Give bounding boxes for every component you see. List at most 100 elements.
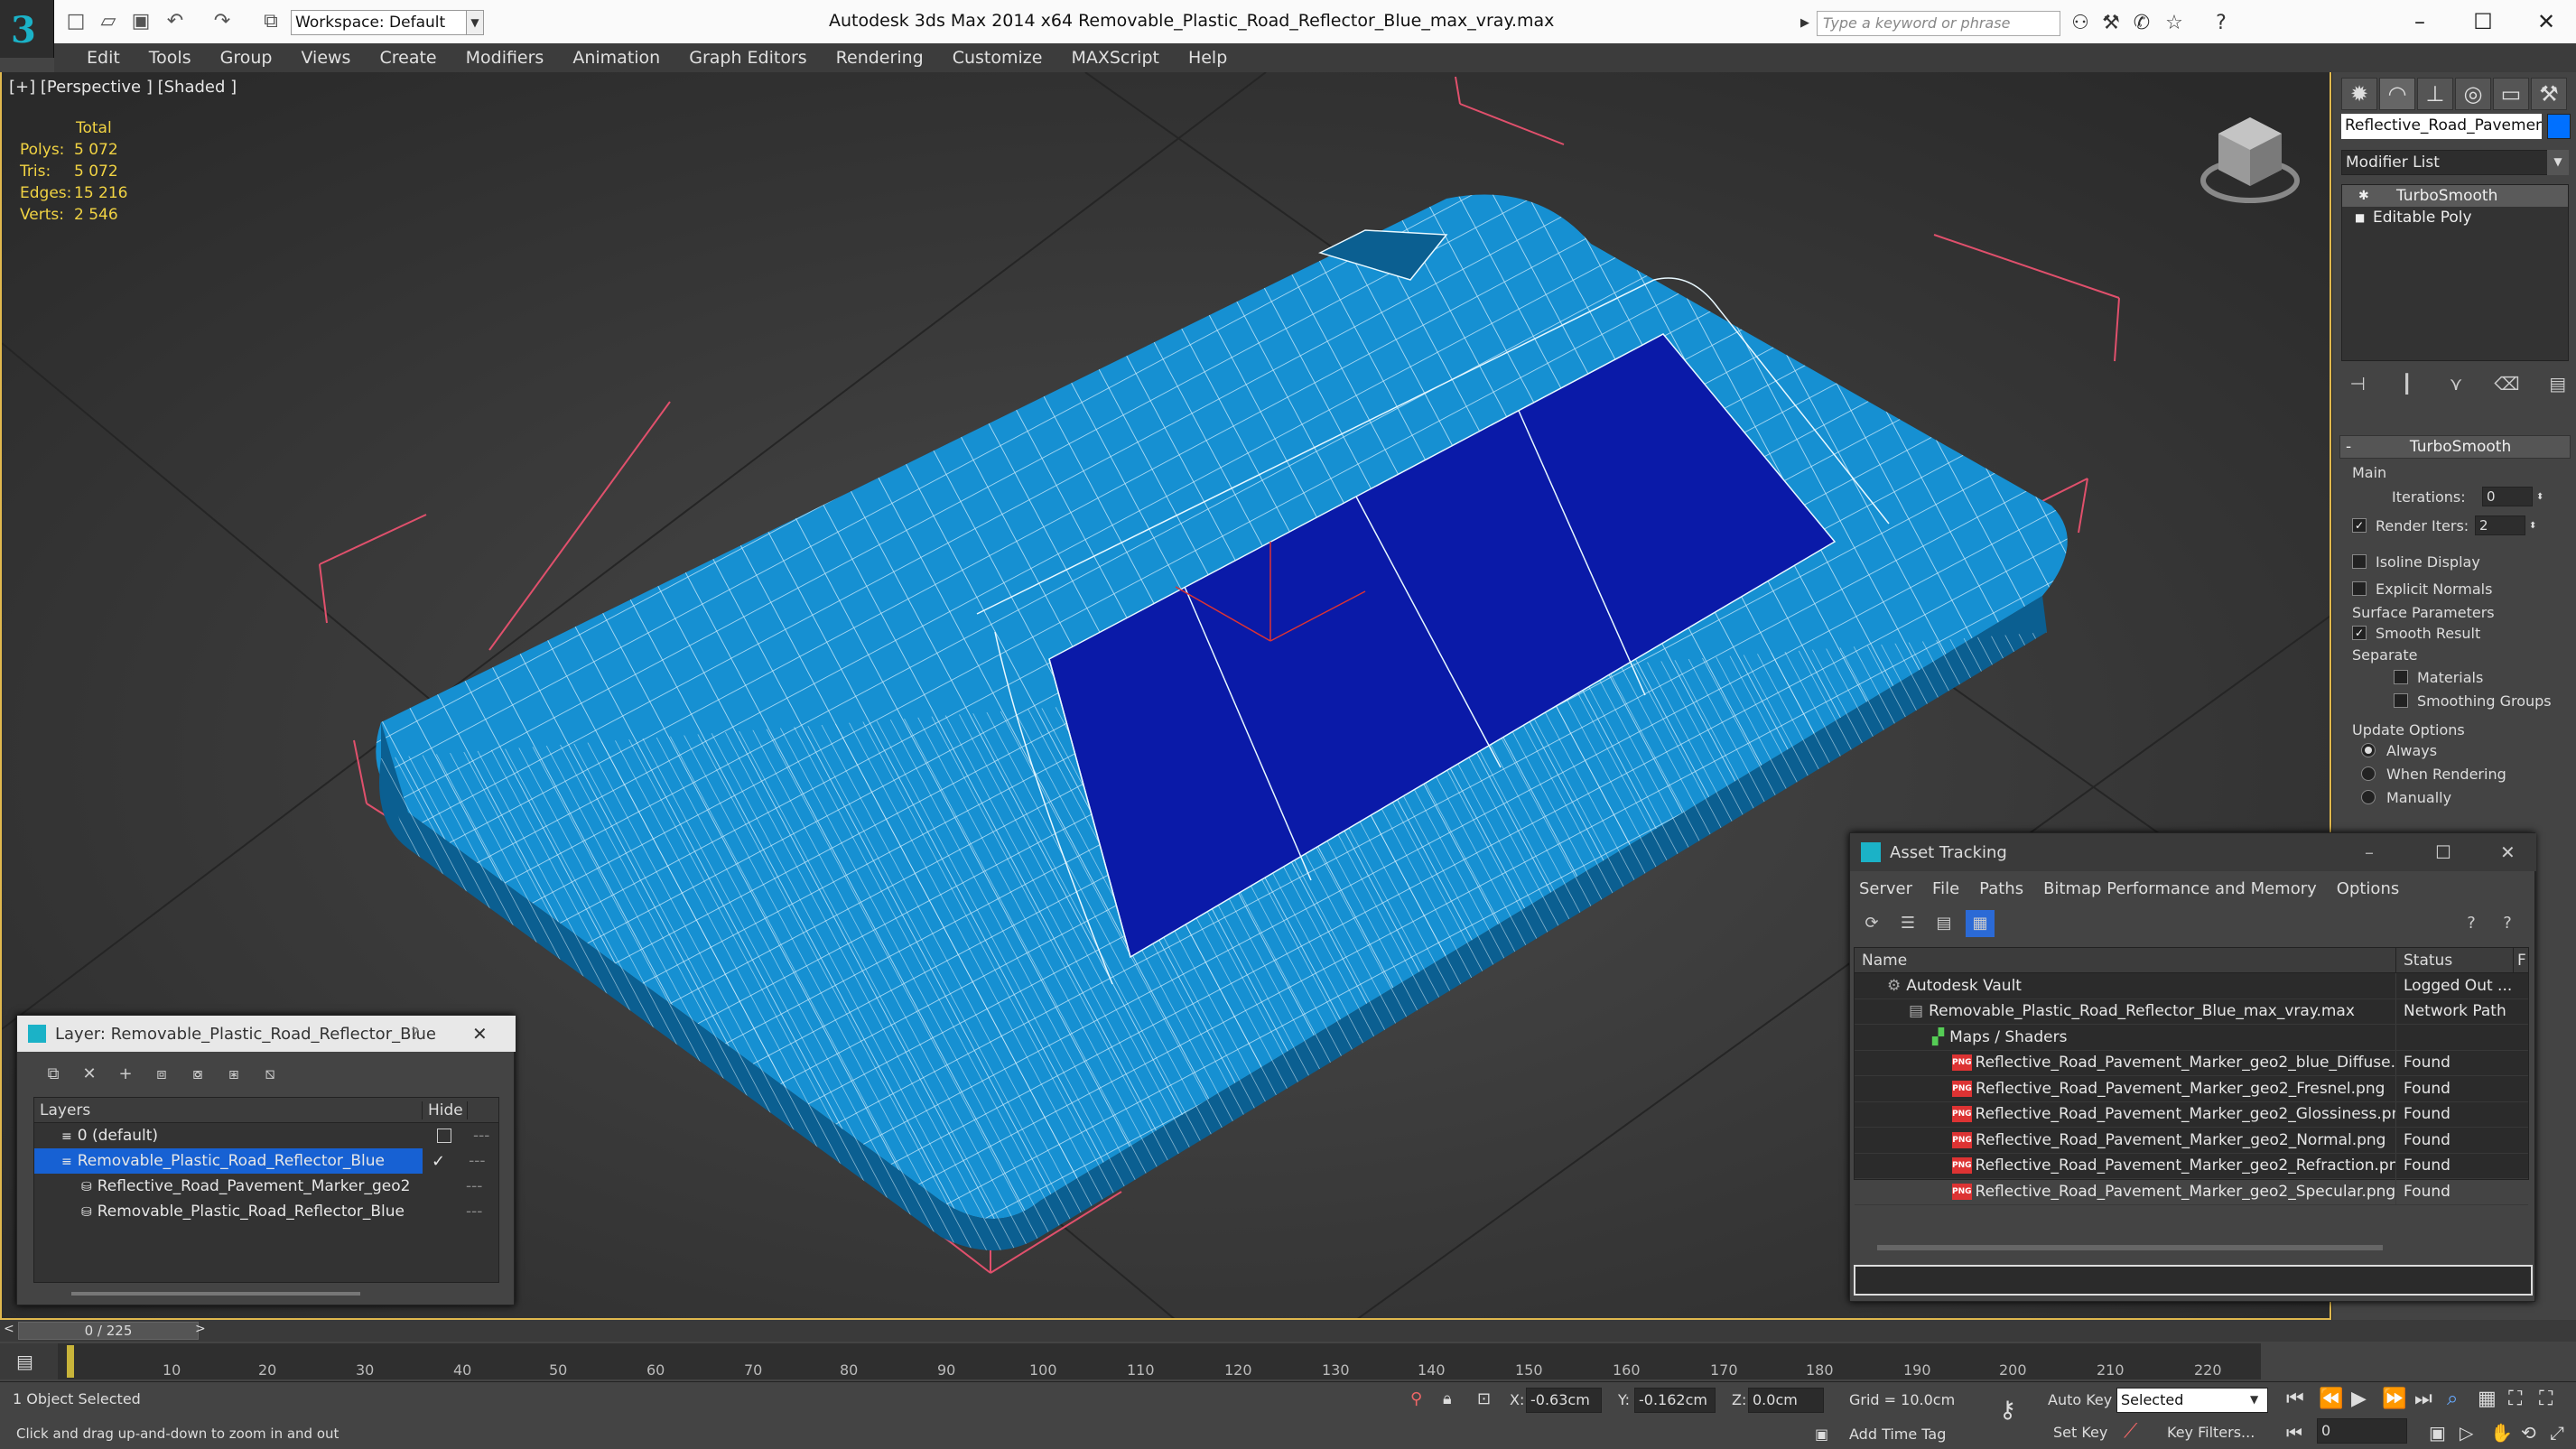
minimize-window-icon[interactable]: –	[2393, 4, 2447, 40]
show-end-result-icon[interactable]: ┃	[2395, 370, 2417, 397]
current-frame-field[interactable]: 0	[2317, 1418, 2407, 1444]
menu-tools[interactable]: Tools	[135, 43, 206, 72]
search-input[interactable]: Type a keyword or phrase	[1817, 11, 2060, 36]
prev-frame-icon[interactable]: <	[4, 1322, 14, 1336]
column-layers-header[interactable]: Layers	[34, 1101, 423, 1119]
hide-toggle[interactable]: ---	[469, 1152, 485, 1170]
minimize-icon[interactable]: –	[2365, 841, 2374, 863]
object-color-swatch[interactable]	[2547, 114, 2571, 139]
communication-icon[interactable]: ✆	[2129, 11, 2154, 36]
zoom-extents-icon[interactable]: ⛶	[2508, 1388, 2522, 1410]
menu-customize[interactable]: Customize	[938, 43, 1057, 72]
help-icon[interactable]: ?	[2209, 11, 2234, 36]
materials-checkbox[interactable]	[2394, 670, 2408, 684]
table-row[interactable]: PNG Reflective_Road_Pavement_Marker_geo2_…	[1855, 1076, 2528, 1102]
list-view-icon[interactable]: ☰	[1893, 910, 1922, 937]
open-file-icon[interactable]: ▱	[96, 9, 121, 34]
rollout-header[interactable]: - TurboSmooth	[2339, 435, 2571, 459]
time-tag-icon[interactable]: ▣	[1815, 1426, 1828, 1443]
play-icon[interactable]: ▶	[2351, 1388, 2367, 1410]
refresh-icon[interactable]: ⟳	[1857, 910, 1886, 937]
go-to-end-icon[interactable]: ⏭	[2414, 1388, 2432, 1410]
layer-row[interactable]: ≡ Removable_Plastic_Road_Reflector_Blue ✓…	[34, 1148, 498, 1174]
isoline-checkbox[interactable]	[2352, 554, 2367, 569]
current-frame-marker[interactable]	[67, 1345, 74, 1378]
time-slider-track[interactable]: < 0 / 225 >	[0, 1320, 2576, 1342]
chevron-down-icon[interactable]: ▼	[2547, 150, 2569, 175]
menu-edit[interactable]: Edit	[72, 43, 135, 72]
time-config-icon[interactable]: ▣	[2429, 1422, 2446, 1444]
table-row[interactable]: PNG Reflective_Road_Pavement_Marker_geo2_…	[1855, 1153, 2528, 1179]
menu-group[interactable]: Group	[206, 43, 287, 72]
always-radio[interactable]	[2361, 743, 2376, 757]
manually-radio[interactable]	[2361, 790, 2376, 804]
table-view-icon[interactable]: ▦	[1966, 910, 1995, 937]
stack-item-turbosmooth[interactable]: ✱ TurboSmooth	[2342, 185, 2568, 207]
viewcube-icon[interactable]	[2196, 108, 2304, 208]
lightbulb-icon[interactable]: ✱	[2358, 185, 2369, 207]
stack-item-editable-poly[interactable]: ■ Editable Poly	[2342, 207, 2568, 228]
maximize-viewport-icon[interactable]: ⤢	[2550, 1422, 2564, 1444]
horizontal-scrollbar[interactable]	[1877, 1245, 2383, 1250]
freeze-all-icon[interactable]: ⧅	[256, 1061, 284, 1088]
menu-help[interactable]: Help	[1174, 43, 1242, 72]
layer-dialog-titlebar[interactable]: Layer: Removable_Plastic_Road_Reflector_…	[17, 1016, 516, 1052]
tab-create-icon[interactable]: ✹	[2341, 78, 2377, 110]
active-check-icon[interactable]: ✓	[432, 1152, 445, 1171]
next-frame-icon[interactable]: >	[195, 1322, 206, 1336]
horizontal-scrollbar[interactable]	[71, 1292, 360, 1296]
time-slider-knob[interactable]: 0 / 225	[18, 1322, 199, 1340]
go-to-start-icon[interactable]: ⏮	[2286, 1388, 2304, 1410]
orbit-icon[interactable]: ⟲	[2521, 1422, 2536, 1444]
tab-utilities-icon[interactable]: ⚒	[2531, 78, 2567, 110]
previous-key-icon[interactable]: ⏪	[2319, 1388, 2343, 1410]
workspace-chevron-icon[interactable]: ▼	[466, 10, 484, 35]
close-icon[interactable]: ✕	[472, 1023, 488, 1045]
asset-menu-options[interactable]: Options	[2337, 879, 2399, 898]
menu-maxscript[interactable]: MAXScript	[1056, 43, 1174, 72]
subscription-icon[interactable]: ⚒	[2098, 11, 2124, 36]
asset-menu-bitmap[interactable]: Bitmap Performance and Memory	[2043, 879, 2317, 898]
table-row[interactable]: ⚙ Autodesk Vault Logged Out ...	[1855, 973, 2528, 999]
project-folder-icon[interactable]: ⧉	[258, 9, 284, 34]
binoculars-icon[interactable]: ⚇	[2068, 11, 2093, 36]
zoom-all-icon[interactable]: ▦	[2478, 1388, 2497, 1410]
menu-views[interactable]: Views	[286, 43, 365, 72]
tab-modify-icon[interactable]: ◠	[2379, 78, 2415, 110]
add-time-tag-button[interactable]: Add Time Tag	[1849, 1426, 1946, 1443]
mini-curve-toggle-icon[interactable]: ▤	[0, 1343, 58, 1379]
table-row[interactable]: PNG Reflective_Road_Pavement_Marker_geo2_…	[1855, 1101, 2528, 1128]
render-iters-checkbox[interactable]: ✓	[2352, 518, 2367, 533]
table-row[interactable]: PNG Reflective_Road_Pavement_Marker_geo2_…	[1855, 1050, 2528, 1076]
asset-tracking-titlebar[interactable]: Asset Tracking – ☐ ✕	[1850, 833, 2536, 871]
asset-menu-paths[interactable]: Paths	[1979, 879, 2023, 898]
column-extra-header[interactable]: F	[2514, 952, 2526, 970]
select-objects-icon[interactable]: ⧈	[147, 1061, 176, 1088]
chevron-down-icon[interactable]: ▼	[2250, 1393, 2258, 1406]
help-icon[interactable]: ?	[2493, 910, 2522, 937]
new-file-icon[interactable]: □	[63, 9, 88, 34]
favorites-star-icon[interactable]: ☆	[2162, 11, 2187, 36]
table-row[interactable]: ▞ Maps / Shaders	[1855, 1025, 2528, 1051]
tab-display-icon[interactable]: ▭	[2493, 78, 2529, 110]
active-layer-box[interactable]	[437, 1129, 451, 1143]
asset-menu-file[interactable]: File	[1932, 879, 1959, 898]
asset-menu-server[interactable]: Server	[1859, 879, 1912, 898]
field-of-view-icon[interactable]: ▷	[2460, 1422, 2473, 1444]
hide-toggle[interactable]: ---	[473, 1127, 489, 1145]
app-logo-button[interactable]: 3	[0, 0, 54, 58]
redo-icon[interactable]: ↷	[209, 9, 235, 34]
pan-view-icon[interactable]: ✋	[2490, 1422, 2513, 1444]
table-row[interactable]: PNG Reflective_Road_Pavement_Marker_geo2_…	[1855, 1128, 2528, 1154]
menu-rendering[interactable]: Rendering	[822, 43, 938, 72]
set-key-button[interactable]: Set Key	[2053, 1424, 2107, 1441]
asset-path-field[interactable]	[1854, 1265, 2533, 1296]
menu-create[interactable]: Create	[365, 43, 451, 72]
iterations-spinner[interactable]: 0	[2482, 487, 2533, 506]
maximize-icon[interactable]: ☐	[2435, 841, 2451, 863]
pin-stack-icon[interactable]: ⊣	[2347, 370, 2368, 397]
close-window-icon[interactable]: ✕	[2519, 4, 2573, 40]
hide-toggle[interactable]: ---	[466, 1203, 482, 1221]
viewport-label[interactable]: [+] [Perspective ] [Shaded ]	[9, 78, 237, 97]
timeline-ruler[interactable]: 10 20 30 40 50 60 70 80 90 100 110 120 1…	[58, 1343, 2261, 1379]
